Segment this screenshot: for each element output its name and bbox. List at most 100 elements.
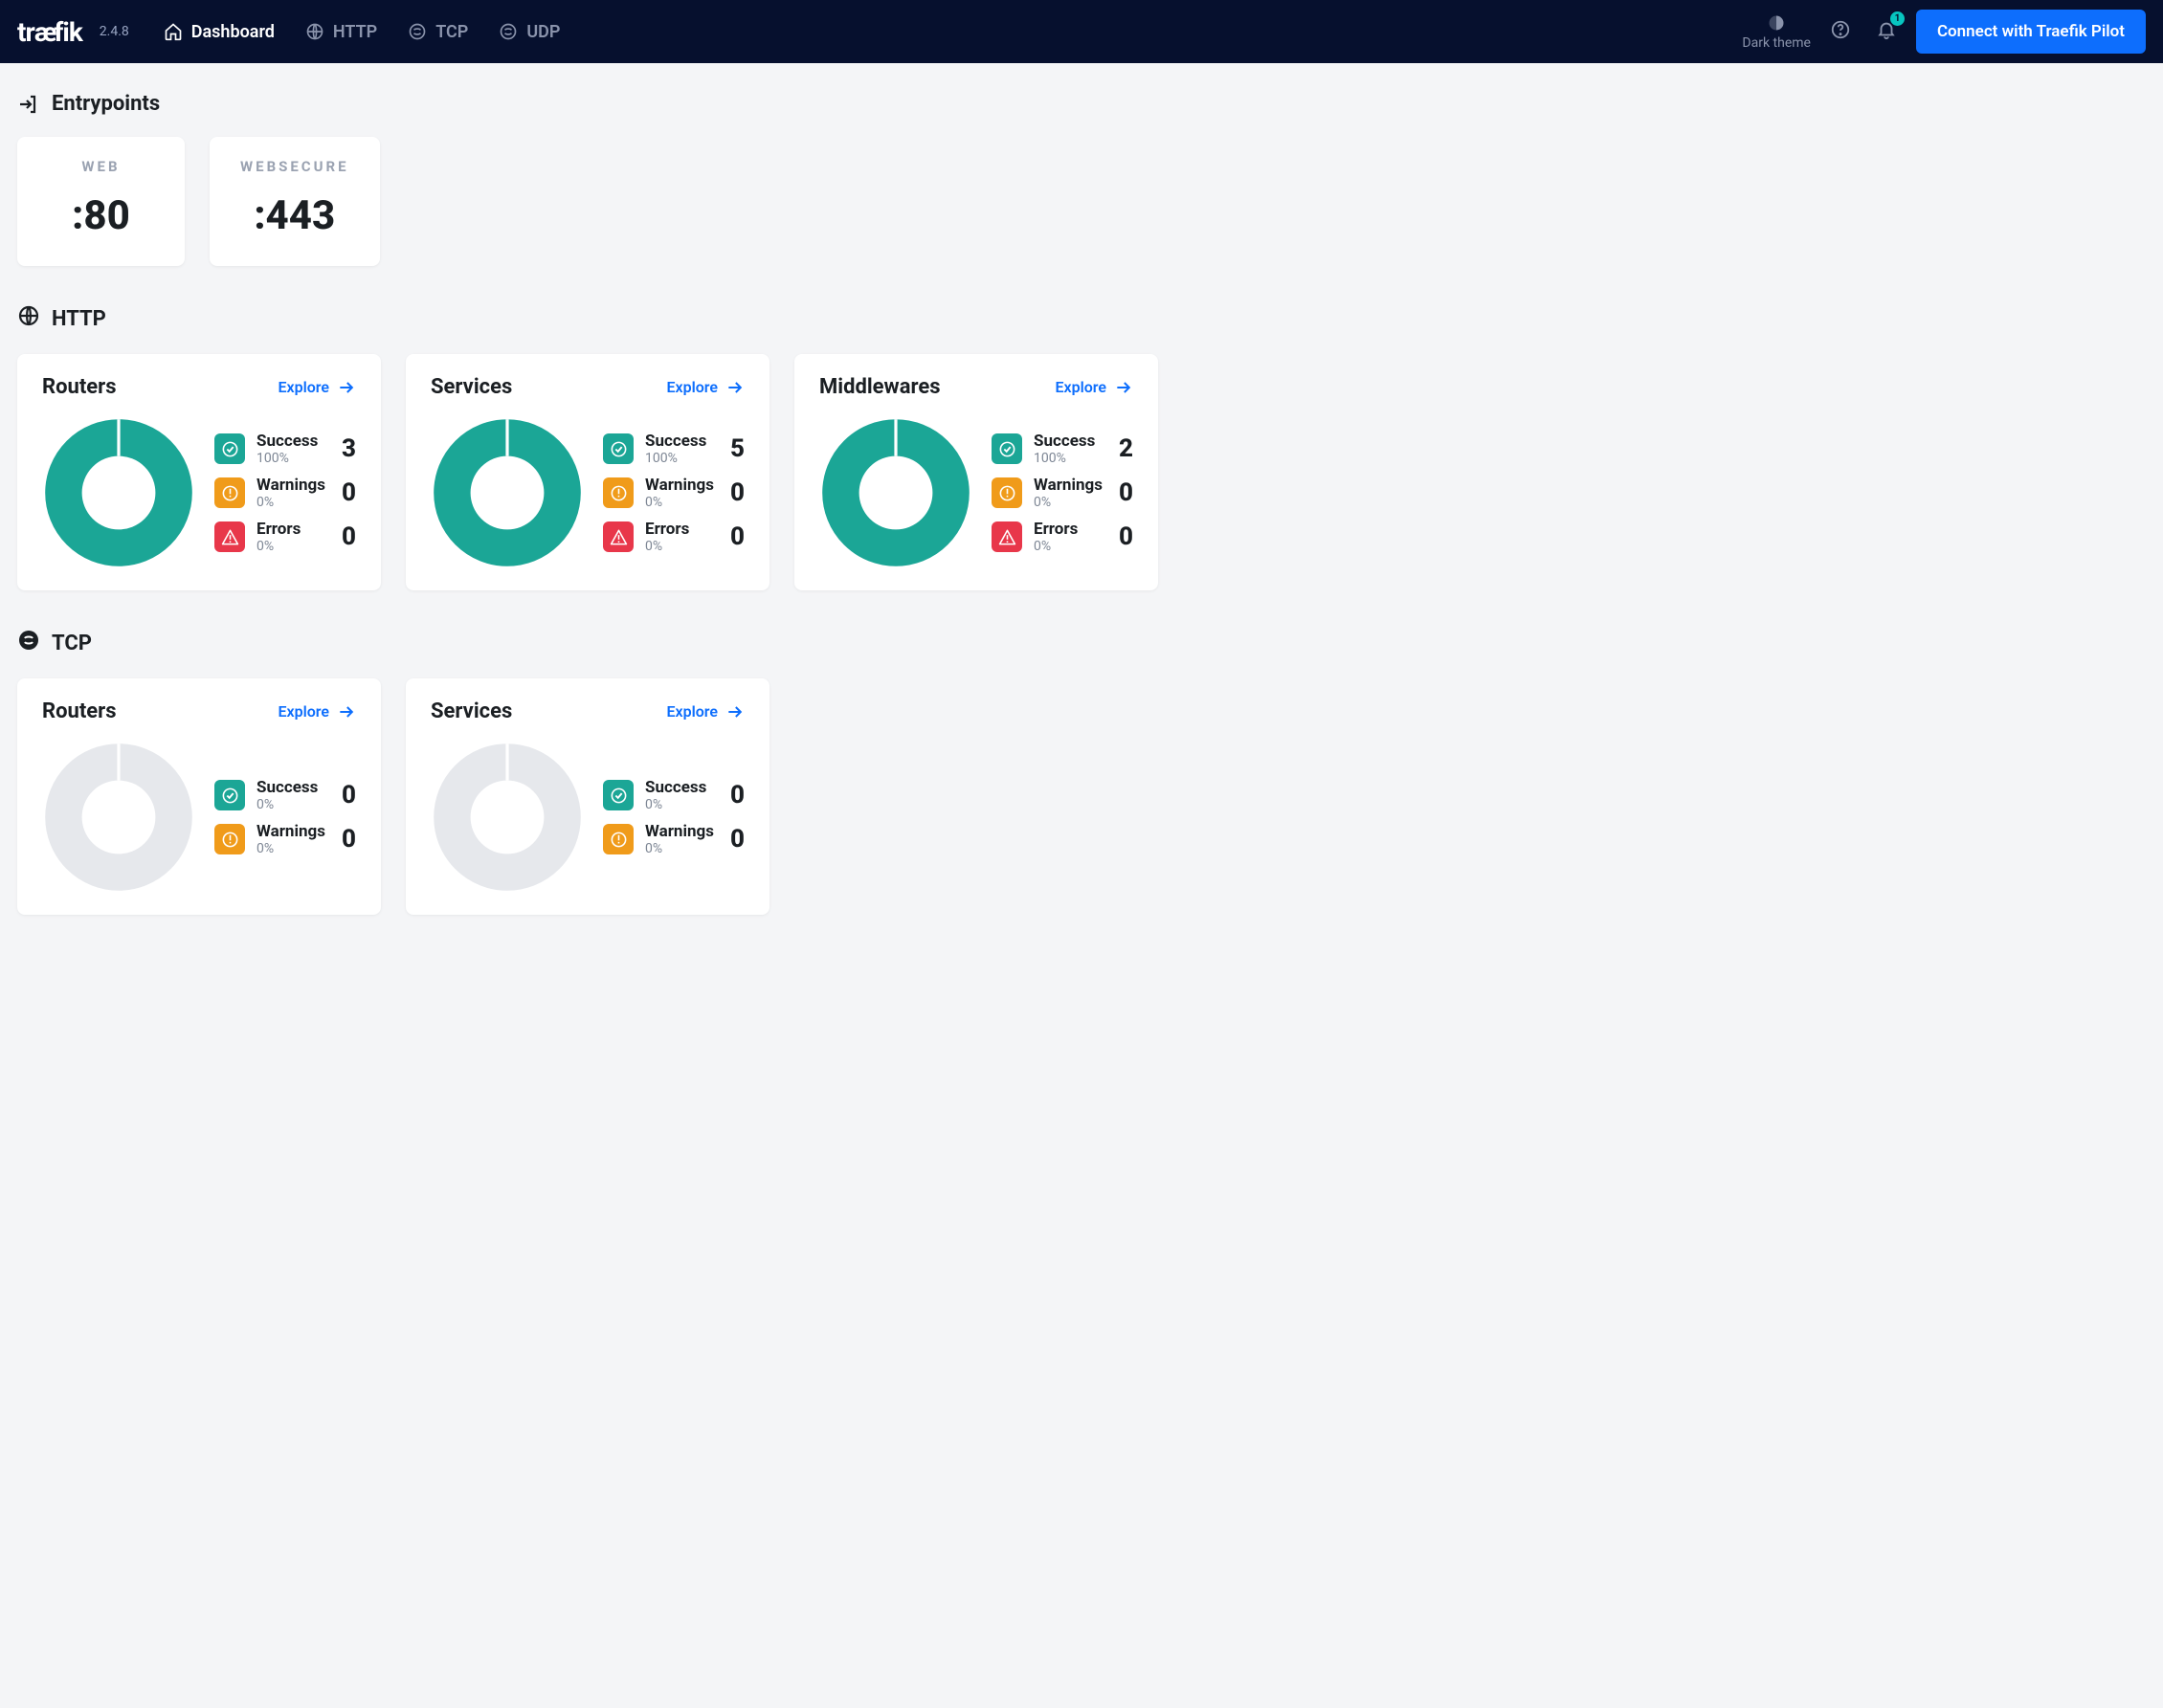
explore-label: Explore	[278, 702, 329, 721]
nav-dashboard-label: Dashboard	[191, 22, 275, 42]
entrypoints-section: Entrypoints WEB :80 WEBSECURE :443	[17, 92, 2146, 266]
success-icon	[214, 433, 245, 464]
card-title: Routers	[42, 699, 117, 723]
entrypoints-title: Entrypoints	[17, 92, 2146, 116]
explore-link[interactable]: Explore	[666, 378, 745, 397]
stat-row: Errors 0% 0	[992, 520, 1133, 554]
stat-text: Errors 0%	[645, 520, 719, 554]
stat-label: Errors	[256, 520, 330, 539]
http-section: HTTP Routers Explore Success 100% 3	[17, 304, 2146, 590]
stat-rows: Success 100% 3 Warnings 0% 0 Errors 0% 0	[214, 432, 356, 554]
stat-count: 0	[342, 781, 356, 810]
stat-text: Errors 0%	[1034, 520, 1107, 554]
stat-count: 0	[1119, 522, 1133, 551]
home-icon	[164, 22, 183, 41]
stat-percent: 0%	[645, 797, 719, 812]
arrow-right-icon	[337, 702, 356, 721]
entrypoint-port: :80	[48, 192, 154, 239]
stat-row: Warnings 0% 0	[214, 822, 356, 856]
stat-row: Errors 0% 0	[603, 520, 745, 554]
stat-count: 0	[1119, 478, 1133, 507]
entrypoint-card[interactable]: WEBSECURE :443	[210, 137, 380, 266]
stat-text: Warnings 0%	[645, 822, 719, 856]
stat-label: Warnings	[645, 822, 719, 841]
contrast-icon	[1767, 13, 1786, 33]
arrow-right-icon	[1114, 378, 1133, 397]
tcp-icon	[408, 22, 427, 41]
stat-count: 0	[342, 478, 356, 507]
card-title: Middlewares	[819, 375, 941, 399]
theme-toggle[interactable]: Dark theme	[1742, 13, 1811, 51]
arrow-right-icon	[725, 378, 745, 397]
stat-percent: 0%	[256, 841, 330, 856]
warnings-icon	[603, 824, 634, 854]
stat-text: Success 100%	[256, 432, 330, 466]
entrypoints-heading: Entrypoints	[52, 92, 160, 116]
stat-count: 0	[342, 522, 356, 551]
donut-chart	[42, 741, 195, 894]
stat-card: Services Explore Success 0% 0 Warnings 0…	[406, 678, 769, 915]
connect-pilot-button[interactable]: Connect with Traefik Pilot	[1916, 10, 2146, 54]
notifications-button[interactable]: 1	[1870, 13, 1903, 50]
card-title: Services	[431, 375, 512, 399]
stat-percent: 0%	[256, 495, 330, 510]
tcp-section: TCP Routers Explore Success 0% 0 Wa	[17, 629, 2146, 915]
help-button[interactable]	[1824, 13, 1857, 50]
stat-percent: 0%	[645, 495, 719, 510]
nav-dashboard[interactable]: Dashboard	[164, 22, 275, 42]
entrypoint-port: :443	[240, 192, 349, 239]
stat-label: Warnings	[256, 476, 330, 495]
card-title: Services	[431, 699, 512, 723]
explore-label: Explore	[666, 378, 718, 396]
stat-percent: 0%	[645, 841, 719, 856]
stat-rows: Success 100% 2 Warnings 0% 0 Errors 0% 0	[992, 432, 1133, 554]
theme-toggle-label: Dark theme	[1742, 35, 1811, 51]
explore-link[interactable]: Explore	[278, 702, 356, 721]
explore-link[interactable]: Explore	[1055, 378, 1133, 397]
explore-label: Explore	[666, 702, 718, 721]
stat-label: Errors	[645, 520, 719, 539]
version-label: 2.4.8	[100, 24, 129, 39]
stat-rows: Success 100% 5 Warnings 0% 0 Errors 0% 0	[603, 432, 745, 554]
stat-text: Success 0%	[256, 778, 330, 812]
section-heading: TCP	[52, 632, 92, 655]
stat-text: Success 100%	[1034, 432, 1107, 466]
stat-count: 5	[730, 434, 745, 463]
stat-percent: 100%	[645, 451, 719, 466]
explore-link[interactable]: Explore	[278, 378, 356, 397]
stat-percent: 100%	[1034, 451, 1107, 466]
page-content: Entrypoints WEB :80 WEBSECURE :443 HTTP …	[0, 63, 2163, 982]
stat-text: Success 0%	[645, 778, 719, 812]
explore-label: Explore	[278, 378, 329, 396]
entrypoints-icon	[17, 93, 40, 116]
stat-count: 0	[730, 825, 745, 854]
errors-icon	[992, 521, 1022, 552]
stat-label: Success	[1034, 432, 1107, 451]
entrypoint-name: WEBSECURE	[240, 158, 349, 175]
nav-udp[interactable]: UDP	[499, 22, 560, 42]
donut-chart	[819, 416, 972, 569]
stat-rows: Success 0% 0 Warnings 0% 0	[214, 778, 356, 856]
stat-count: 0	[730, 478, 745, 507]
nav-tcp[interactable]: TCP	[408, 22, 468, 42]
stat-text: Success 100%	[645, 432, 719, 466]
stat-row: Errors 0% 0	[214, 520, 356, 554]
stat-row: Warnings 0% 0	[992, 476, 1133, 510]
stat-card: Routers Explore Success 100% 3 Warnings …	[17, 354, 381, 590]
stat-count: 0	[730, 522, 745, 551]
success-icon	[992, 433, 1022, 464]
success-icon	[214, 780, 245, 810]
explore-link[interactable]: Explore	[666, 702, 745, 721]
entrypoint-card[interactable]: WEB :80	[17, 137, 185, 266]
udp-icon	[499, 22, 518, 41]
stat-row: Warnings 0% 0	[214, 476, 356, 510]
nav-udp-label: UDP	[526, 22, 560, 42]
http-icon	[17, 304, 40, 333]
nav-http[interactable]: HTTP	[305, 22, 377, 42]
entrypoint-name: WEB	[48, 158, 154, 175]
stat-card: Services Explore Success 100% 5 Warnings…	[406, 354, 769, 590]
stat-rows: Success 0% 0 Warnings 0% 0	[603, 778, 745, 856]
success-icon	[603, 433, 634, 464]
stat-row: Success 0% 0	[603, 778, 745, 812]
stat-row: Success 100% 5	[603, 432, 745, 466]
